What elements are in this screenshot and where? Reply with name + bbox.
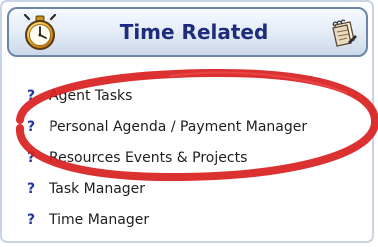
- menu-item-label: Task Manager: [49, 180, 146, 197]
- time-related-panel: Time Related ? Agent Tasks ? Personal Ag…: [0, 0, 374, 243]
- menu-item-resources-events-projects[interactable]: ? Resources Events & Projects: [27, 142, 307, 173]
- help-icon: ?: [27, 180, 36, 197]
- help-icon: ?: [27, 118, 36, 135]
- page-title: Time Related: [119, 20, 269, 44]
- time-related-screenshot: Time Related ? Agent Tasks ? Personal Ag…: [0, 0, 378, 247]
- menu-item-label: Personal Agenda / Payment Manager: [49, 118, 308, 135]
- menu-item-label: Time Manager: [49, 211, 150, 228]
- time-related-menu: ? Agent Tasks ? Personal Agenda / Paymen…: [27, 80, 307, 235]
- menu-item-label: Resources Events & Projects: [49, 149, 248, 166]
- menu-item-personal-agenda-payment-manager[interactable]: ? Personal Agenda / Payment Manager: [27, 111, 307, 142]
- menu-item-time-manager[interactable]: ? Time Manager: [27, 204, 307, 235]
- stopwatch-icon: [23, 14, 57, 50]
- help-icon: ?: [27, 87, 36, 104]
- time-related-header: Time Related: [7, 7, 368, 57]
- help-icon: ?: [27, 211, 36, 228]
- menu-item-task-manager[interactable]: ? Task Manager: [27, 173, 307, 204]
- notepad-icon: [332, 19, 357, 47]
- help-icon: ?: [27, 149, 36, 166]
- menu-item-agent-tasks[interactable]: ? Agent Tasks: [27, 80, 307, 111]
- menu-item-label: Agent Tasks: [49, 87, 133, 104]
